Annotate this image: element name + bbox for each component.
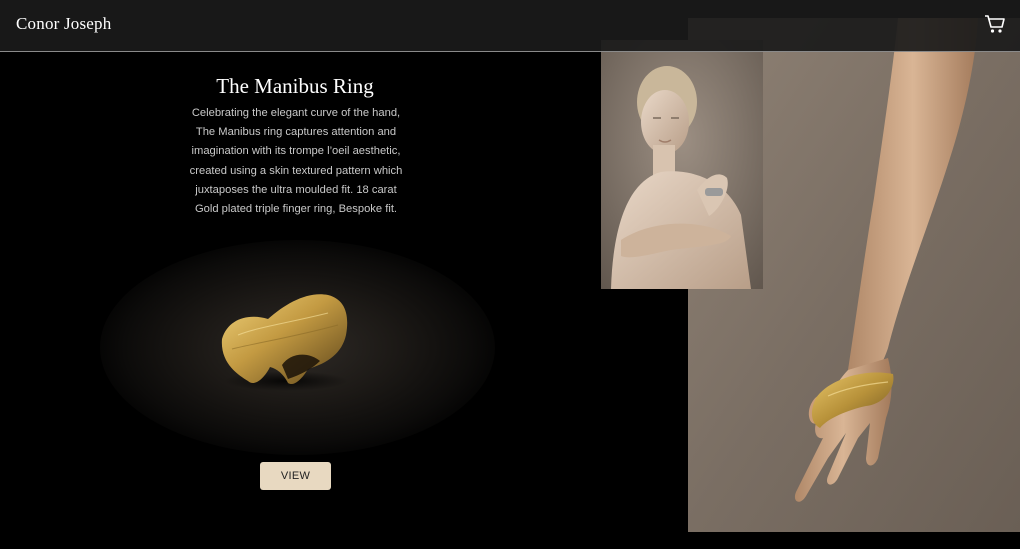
top-nav-bar: Conor Joseph <box>0 0 1020 52</box>
product-description: Celebrating the elegant curve of the han… <box>189 107 403 216</box>
gold-ring-product-photo <box>208 283 358 393</box>
cart-icon[interactable] <box>983 12 1007 36</box>
view-button[interactable]: VIEW <box>260 462 331 490</box>
product-title: The Manibus Ring <box>216 74 374 98</box>
brand-logo[interactable]: Conor Joseph <box>16 14 111 34</box>
model-portrait-photo <box>601 40 763 289</box>
page: Conor Joseph The Manibus Ring Celebratin… <box>0 0 1020 549</box>
